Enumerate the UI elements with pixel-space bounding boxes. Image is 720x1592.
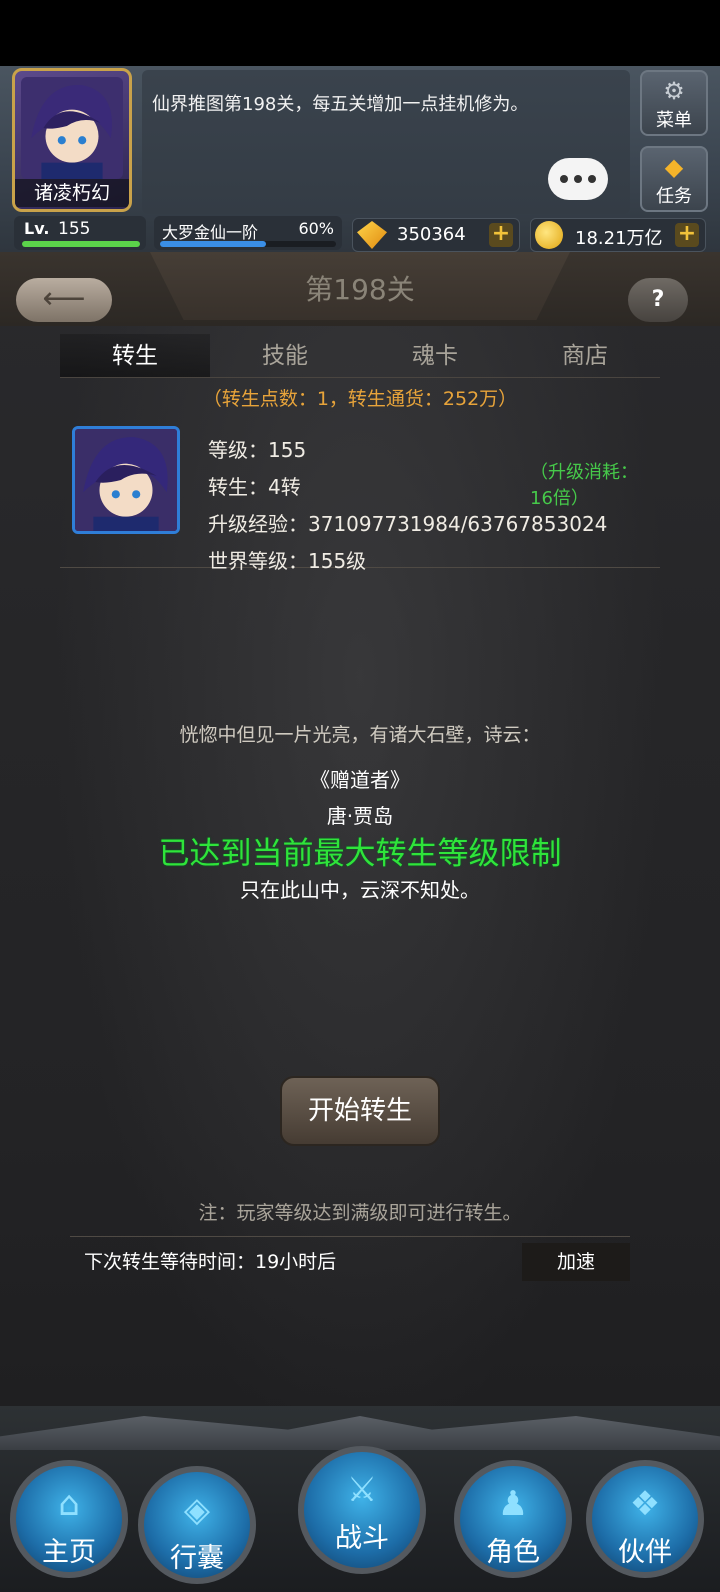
realm-progress-bar xyxy=(160,241,336,247)
gem-value: 350364 xyxy=(397,224,466,245)
gold-currency: 18.21万亿 + xyxy=(530,218,706,252)
gold-value: 18.21万亿 xyxy=(575,228,663,249)
nav-partner-button[interactable]: ❖ 伙伴 xyxy=(586,1460,704,1578)
bottom-nav: ⌂ 主页 ◈ 行囊 ⚔ 战斗 ♟ 角色 ❖ 伙伴 xyxy=(0,1406,720,1592)
upgrade-cost: （升级消耗：16倍） xyxy=(530,462,638,509)
character-icon: ♟ xyxy=(497,1484,529,1524)
back-arrow-icon: ⟵ xyxy=(42,281,86,316)
upgrade-exp: 升级经验：371097731984/63767853024 xyxy=(208,512,608,536)
max-level-notice: 已达到当前最大转生等级限制 xyxy=(158,836,562,872)
game-screen: 诸凌朽幻 仙界推图第198关，每五关增加一点挂机修为。 ⚙ 菜单 ◆ 任务 Lv… xyxy=(0,66,720,1592)
level-info: 等级：155 xyxy=(208,438,307,462)
nav-role-button[interactable]: ♟ 角色 xyxy=(454,1460,572,1578)
avatar-portrait-icon xyxy=(21,77,123,179)
gem-currency: 350364 + xyxy=(352,218,520,252)
tab-shop[interactable]: 商店 xyxy=(510,334,660,377)
tab-rebirth[interactable]: 转生 xyxy=(60,334,210,377)
nav-bag-button[interactable]: ◈ 行囊 xyxy=(138,1466,256,1584)
poem-author: 唐·贾岛 xyxy=(326,804,394,828)
sword-icon: ⚔ xyxy=(346,1470,378,1510)
stage-title: 第198关 xyxy=(305,273,415,306)
home-icon: ⌂ xyxy=(58,1484,80,1524)
nav-bag-label: 行囊 xyxy=(170,1543,224,1574)
stage-plate: 第198关 xyxy=(150,252,570,320)
rebirth-info-card: 等级：155 转生：4转 升级经验：371097731984/637678530… xyxy=(60,414,660,573)
top-hud: 诸凌朽幻 仙界推图第198关，每五关增加一点挂机修为。 ⚙ 菜单 ◆ 任务 Lv… xyxy=(0,66,720,252)
realm-progress-text: 60% xyxy=(298,219,334,238)
nav-frame xyxy=(0,1416,720,1450)
menu-label: 菜单 xyxy=(656,110,692,131)
question-icon: ? xyxy=(651,287,665,312)
character-portrait-icon xyxy=(72,426,180,534)
player-avatar[interactable]: 诸凌朽幻 xyxy=(12,68,132,212)
gear-icon: ⚙ xyxy=(663,77,685,105)
coin-icon xyxy=(535,221,563,249)
task-button[interactable]: ◆ 任务 xyxy=(640,146,708,212)
wait-row: 下次转生等待时间：19小时后 加速 xyxy=(70,1236,630,1284)
nav-battle-button[interactable]: ⚔ 战斗 xyxy=(298,1446,426,1574)
wait-time: 下次转生等待时间：19小时后 xyxy=(84,1251,337,1273)
stats-bar: Lv. 155 大罗金仙一阶 60% 350364 + 18.21万亿 + xyxy=(0,214,720,254)
chat-bubble-icon[interactable] xyxy=(548,158,608,200)
level-label: Lv. xyxy=(24,219,50,238)
rebirth-note: 注：玩家等级达到满级即可进行转生。 xyxy=(198,1202,522,1224)
menu-button[interactable]: ⚙ 菜单 xyxy=(640,70,708,136)
nav-home-label: 主页 xyxy=(42,1537,96,1568)
tab-soul-cards[interactable]: 魂卡 xyxy=(360,334,510,377)
speed-up-button[interactable]: 加速 xyxy=(522,1243,630,1281)
rebirth-count: 转生：4转 xyxy=(208,475,301,499)
back-button[interactable]: ⟵ xyxy=(16,278,112,322)
level-value: 155 xyxy=(58,219,91,239)
start-rebirth-button[interactable]: 开始转生 xyxy=(280,1076,440,1146)
tab-bar: 转生 技能 魂卡 商店 xyxy=(60,334,660,378)
level-progress-bar xyxy=(22,241,140,247)
chat-message: 仙界推图第198关，每五关增加一点挂机修为。 xyxy=(152,94,529,115)
status-bar xyxy=(0,0,720,66)
nav-home-button[interactable]: ⌂ 主页 xyxy=(10,1460,128,1578)
diamond-icon: ◆ xyxy=(664,153,684,181)
poem-line: 只在此山中，云深不知处。 xyxy=(240,878,480,902)
level-box: Lv. 155 xyxy=(14,216,146,250)
world-level: 世界等级：155级 xyxy=(208,549,367,573)
nav-partner-label: 伙伴 xyxy=(618,1537,672,1568)
help-button[interactable]: ? xyxy=(628,278,688,322)
tab-skills[interactable]: 技能 xyxy=(210,334,360,377)
task-label: 任务 xyxy=(656,186,692,207)
poem-title: 《赠道者》 xyxy=(310,768,410,792)
player-name: 诸凌朽幻 xyxy=(15,179,129,207)
add-gems-button[interactable]: + xyxy=(489,223,513,247)
realm-box: 大罗金仙一阶 60% xyxy=(154,216,342,250)
nav-role-label: 角色 xyxy=(486,1537,540,1568)
poem-intro: 恍惚中但见一片光亮，有诸大石壁，诗云： xyxy=(179,724,541,746)
bag-icon: ◈ xyxy=(183,1490,211,1530)
realm-name: 大罗金仙一阶 xyxy=(162,223,259,242)
partner-icon: ❖ xyxy=(629,1484,661,1524)
rebirth-points-line: （转生点数：1，转生通货：252万） xyxy=(202,388,518,410)
nav-battle-label: 战斗 xyxy=(335,1523,389,1554)
gem-icon xyxy=(357,221,387,249)
add-gold-button[interactable]: + xyxy=(675,223,699,247)
chat-panel[interactable]: 仙界推图第198关，每五关增加一点挂机修为。 xyxy=(142,70,630,214)
